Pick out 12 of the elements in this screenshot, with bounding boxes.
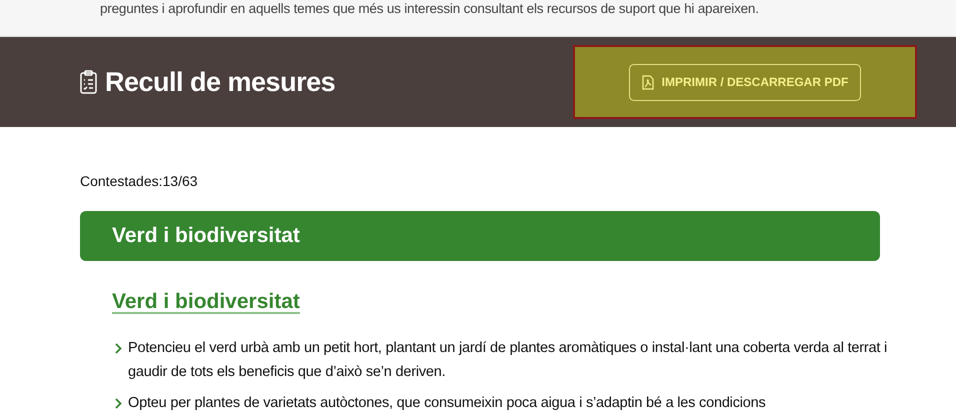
page-title: Recull de mesures	[105, 66, 336, 98]
pdf-button[interactable]: IMPRIMIR / DESCARREGAR PDF	[628, 64, 862, 100]
pdf-file-icon	[642, 74, 654, 90]
section-link[interactable]: Verd i biodiversitat	[112, 286, 300, 318]
chevron-icon	[115, 342, 122, 354]
intro-text: preguntes i aprofundir en aquells temes que més us interessin consultant els recursos de suport que hi apareixen.	[100, 0, 760, 18]
section-header: Verd i biodiversitat	[80, 211, 880, 261]
chevron-icon	[115, 398, 122, 408]
list-item-text: Potencieu el verd urbà amb un petit hort, plantant un jardí de plantes aromàtiques o instal·lant una coberta verda al terrat i gaudir de tots els beneficis que d’això se’n deriven.	[128, 338, 888, 382]
answered-count: Contestades:13/63	[80, 172, 199, 191]
clipboard-icon	[80, 70, 97, 94]
list-item-text: Opteu per plantes de varietats autòctones, que consumeixin poca aigua i s’adaptin bé a les condicions	[128, 394, 766, 411]
